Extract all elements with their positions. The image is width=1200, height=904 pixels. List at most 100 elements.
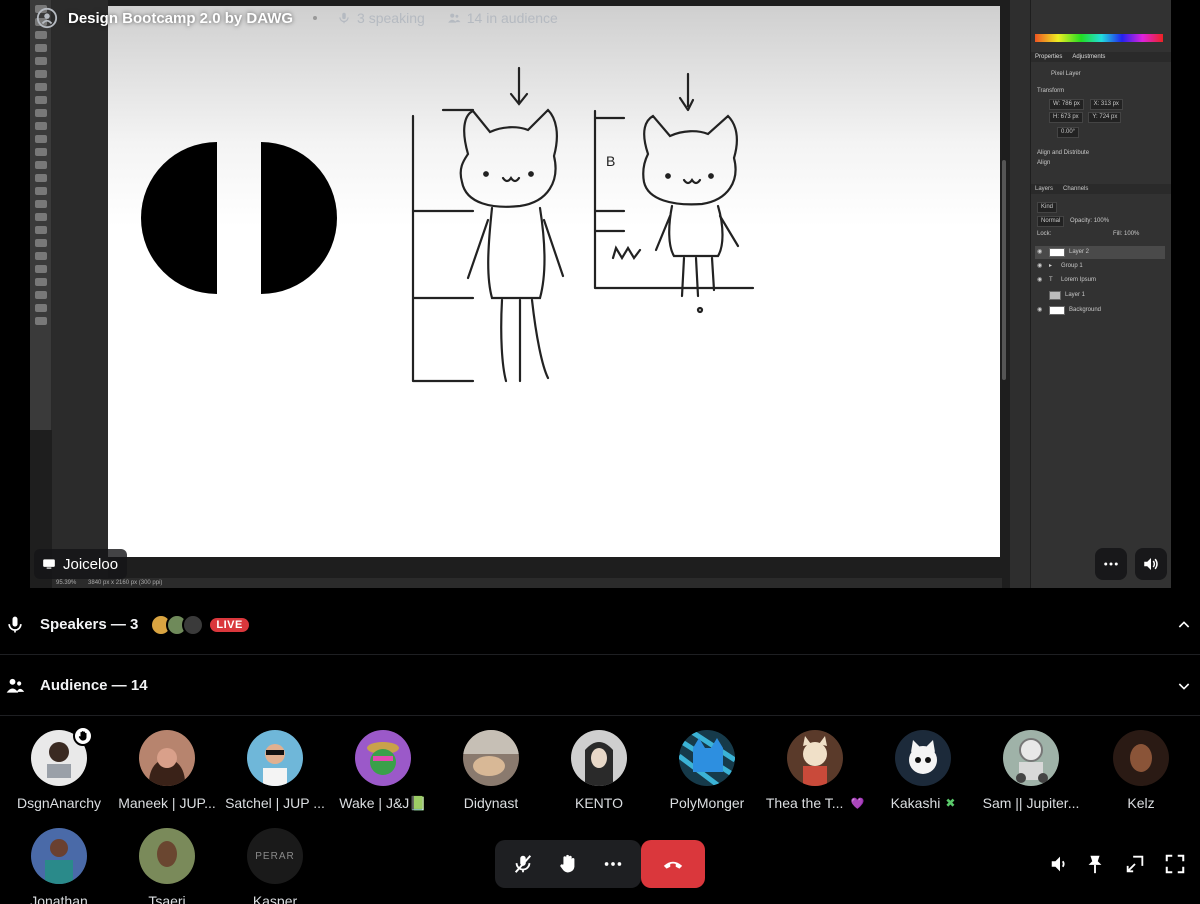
canvas-vertical-scrollbar[interactable] — [1002, 160, 1006, 380]
chevron-down-icon[interactable] — [1176, 678, 1192, 694]
audience-member[interactable]: Kakashi ✖ — [869, 730, 977, 811]
audience-label: 14 in audience — [466, 10, 558, 26]
audience-count: 14 in audience — [447, 10, 558, 26]
y-field[interactable]: Y: 724 px — [1088, 112, 1122, 123]
fullscreen-button[interactable] — [1163, 852, 1187, 876]
microphone-icon — [8, 616, 22, 632]
pin-icon — [1088, 855, 1102, 874]
layer-item[interactable]: ◉ Background — [1035, 304, 1165, 317]
audience-member[interactable]: Wake | J&J📗 — [329, 730, 437, 812]
layer-name: Layer 2 — [1069, 249, 1090, 255]
stream-volume-button[interactable] — [1135, 548, 1167, 580]
avatar[interactable] — [679, 730, 735, 786]
avatar[interactable] — [463, 730, 519, 786]
photoshop-right-strip — [1010, 0, 1030, 588]
avatar[interactable] — [31, 726, 93, 786]
eye-icon[interactable]: ◉ — [1037, 260, 1045, 273]
avatar[interactable] — [1113, 730, 1169, 786]
eye-icon[interactable]: ◉ — [1037, 274, 1045, 287]
microphone-icon — [339, 12, 349, 24]
request-to-speak-button[interactable] — [503, 844, 543, 884]
angle-field: 0.00° — [1057, 127, 1083, 138]
avatar[interactable] — [787, 730, 843, 786]
speaker-avatars — [150, 613, 205, 636]
avatar[interactable] — [139, 828, 195, 884]
audience-member[interactable]: Kelz — [1087, 730, 1195, 811]
more-actions-button[interactable] — [593, 844, 633, 884]
kind-select[interactable]: Kind — [1037, 202, 1058, 213]
audience-member[interactable]: PolyMonger — [653, 730, 761, 811]
width-field[interactable]: W: 786 px — [1049, 99, 1084, 110]
fullscreen-icon — [1165, 854, 1185, 874]
tab-properties[interactable]: Properties — [1035, 52, 1062, 62]
transform-label: Transform — [1037, 88, 1065, 94]
audience-member[interactable]: Satchel | JUP ... — [221, 730, 329, 811]
volume-button[interactable] — [1048, 852, 1072, 876]
canvas-drawing: B — [141, 66, 755, 383]
member-name: PolyMonger — [669, 795, 745, 811]
fill-field[interactable]: Fill: 100% — [1113, 231, 1139, 237]
leave-stage-button[interactable] — [641, 840, 705, 888]
avatar[interactable]: PERAR — [247, 828, 303, 884]
layer-item[interactable]: ◉ T Lorem Ipsum — [1035, 274, 1165, 287]
screen-share-stage[interactable]: B 95.39% 3840 px x 2160 px (300 ppi) Pro… — [30, 0, 1171, 588]
transform-wx: W: 786 px X: 313 px — [1049, 99, 1127, 110]
avatar[interactable] — [571, 730, 627, 786]
more-options-button[interactable] — [1095, 548, 1127, 580]
layer-item[interactable]: ◉ Layer 2 — [1035, 246, 1165, 259]
audience-section[interactable]: Audience — 14 — [0, 656, 1200, 716]
avatar[interactable] — [355, 730, 411, 786]
tab-adjustments[interactable]: Adjustments — [1072, 52, 1105, 62]
audience-member[interactable]: PERAR Kasper — [221, 828, 329, 904]
audience-member[interactable]: DsgnAnarchy — [5, 726, 113, 811]
raise-hand-button[interactable] — [548, 844, 588, 884]
stage-channel-icon — [36, 7, 58, 29]
avatar[interactable] — [31, 828, 87, 884]
opacity-field[interactable]: Opacity: 100% — [1070, 218, 1109, 224]
audience-member[interactable]: Thea the T... 💜 — [761, 730, 869, 811]
tab-layers[interactable]: Layers — [1035, 184, 1053, 194]
member-name: DsgnAnarchy — [16, 795, 102, 811]
tab-channels[interactable]: Channels — [1063, 184, 1088, 194]
member-name: Maneek | JUP... — [118, 795, 216, 811]
color-swatch-bar — [1035, 34, 1163, 42]
avatar[interactable] — [895, 730, 951, 786]
audience-member[interactable]: Sam || Jupiter... — [977, 730, 1085, 811]
chevron-up-icon[interactable] — [1176, 617, 1192, 633]
pin-button[interactable] — [1083, 852, 1107, 876]
audience-member[interactable]: KENTO — [545, 730, 653, 811]
avatar[interactable] — [1003, 730, 1059, 786]
stage-title: Design Bootcamp 2.0 by DAWG — [68, 9, 294, 27]
member-name: Kakashi ✖ — [890, 795, 956, 811]
avatar[interactable] — [247, 730, 303, 786]
angle-value[interactable]: 0.00° — [1057, 127, 1080, 138]
audience-member[interactable]: Jonathan — [5, 828, 113, 904]
x-field[interactable]: X: 313 px — [1089, 99, 1123, 110]
nitro-badge-icon: 💜 — [850, 797, 865, 810]
eye-icon[interactable]: ◉ — [1037, 304, 1045, 317]
photoshop-status-bar: 95.39% 3840 px x 2160 px (300 ppi) — [52, 578, 1002, 588]
audience-member[interactable]: Didynast — [437, 730, 545, 811]
pop-out-button[interactable] — [1123, 852, 1147, 876]
presenter-tag: Joiceloo — [34, 549, 128, 579]
layer-item[interactable]: ◉ ▸ Group 1 — [1035, 260, 1165, 273]
member-name: KENTO — [575, 795, 623, 811]
badge-icon: ✖ — [945, 796, 956, 810]
eye-icon[interactable]: ◉ — [1037, 246, 1045, 259]
avatar[interactable] — [139, 730, 195, 786]
layer-item[interactable]: Layer 1 — [1035, 289, 1165, 302]
member-name: Satchel | JUP ... — [225, 795, 325, 811]
speaker-icon — [1144, 558, 1158, 570]
audience-member[interactable]: Tsaeri — [113, 828, 221, 904]
height-field[interactable]: H: 673 px — [1049, 112, 1083, 123]
raised-hand-icon — [560, 854, 575, 873]
zoom-level: 95.39% — [56, 580, 77, 586]
speakers-section[interactable]: Speakers — 3 LIVE — [0, 595, 1200, 655]
layers-tabs: Layers Channels — [1031, 184, 1171, 194]
properties-tabs: Properties Adjustments — [1031, 52, 1171, 62]
audience-member[interactable]: Maneek | JUP... — [113, 730, 221, 811]
layer-name: Group 1 — [1061, 263, 1083, 269]
blend-mode-select[interactable]: Normal — [1037, 216, 1065, 227]
pop-out-icon — [1126, 855, 1144, 873]
avatar[interactable] — [182, 613, 205, 636]
